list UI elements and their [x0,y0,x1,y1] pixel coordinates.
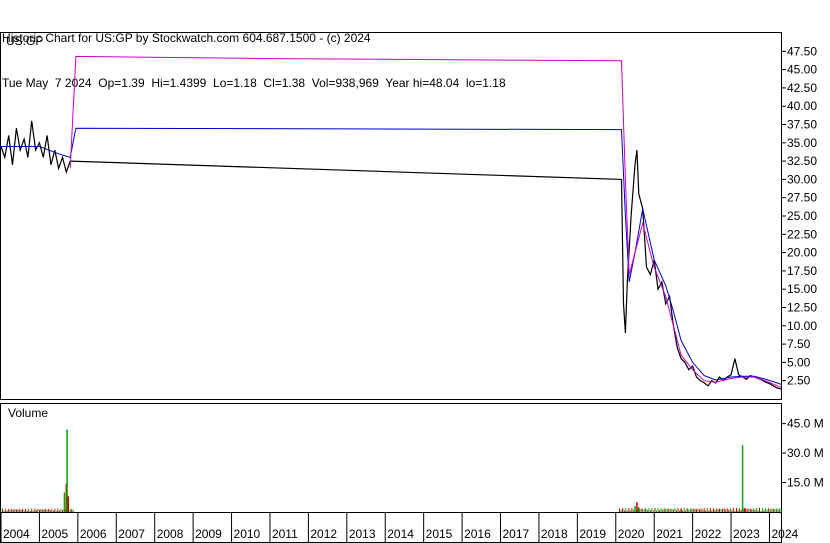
price-tick-label: 37.50 [787,118,817,132]
year-tick-label: 2017 [503,527,530,541]
year-tick-label: 2014 [387,527,414,541]
price-tick-label: 25.00 [787,209,817,223]
year-tick-label: 2009 [195,527,222,541]
price-tick-label: 12.50 [787,301,817,315]
price-series [0,55,782,390]
price-series-line [69,55,782,388]
price-tick-label: 42.50 [787,81,817,95]
year-tick-label: 2004 [3,527,30,541]
year-tick-label: 2010 [234,527,261,541]
price-tick-label: 47.50 [787,44,817,58]
price-panel-frame [0,32,782,400]
year-tick-label: 2005 [41,527,68,541]
price-series-line [0,120,782,390]
price-tick-label: 32.50 [787,154,817,168]
year-tick-label: 2023 [733,527,760,541]
volume-tick-labels: 15.0 M 30.0 M 45.0 M [787,417,824,490]
price-tick-label: 30.00 [787,172,817,186]
price-tick-label: 22.50 [787,227,817,241]
price-tick-label: 5.00 [787,355,811,369]
volume-tick-label: 15.0 M [787,476,824,490]
price-tick-labels: 2.50 5.00 7.50 10.00 12.50 15.00 17.50 20.00 22.… [787,44,817,387]
price-series-line [1,127,782,385]
year-tick-label: 2022 [695,527,722,541]
volume-tick-label: 30.0 M [787,446,824,460]
volume-bars [0,429,782,512]
year-tick-label: 2015 [426,527,453,541]
year-tick-label: 2019 [579,527,606,541]
year-tick-label: 2008 [157,527,184,541]
volume-tick-label: 45.0 M [787,417,824,431]
price-tick-label: 40.00 [787,99,817,113]
year-tick-label: 2024 [771,527,798,541]
year-dividers [0,512,770,543]
year-tick-label: 2013 [349,527,376,541]
panel-frames [0,32,782,543]
price-tick-label: 7.50 [787,337,811,351]
year-tick-label: 2012 [310,527,337,541]
price-tick-label: 27.50 [787,191,817,205]
year-tick-label: 2021 [656,527,683,541]
year-tick-label: 2018 [541,527,568,541]
year-tick-label: 2007 [118,527,145,541]
year-tick-label: 2006 [80,527,107,541]
volume-panel-label: Volume [8,406,48,420]
price-tick-label: 15.00 [787,282,817,296]
year-tick-label: 2016 [464,527,491,541]
price-panel-label: US:GP [6,34,43,48]
price-tick-label: 2.50 [787,374,811,388]
price-tick-label: 17.50 [787,264,817,278]
year-tick-label: 2020 [618,527,645,541]
price-tick-label: 20.00 [787,246,817,260]
stock-chart: 2.50 5.00 7.50 10.00 12.50 15.00 17.50 20.00 22.… [0,32,824,543]
year-tick-label: 2011 [272,527,298,541]
year-tick-labels: 2004 2005 2006 2007 2008 2009 2010 2011 2012 2013… [3,527,798,541]
volume-panel-frame [0,403,782,513]
price-tick-label: 45.00 [787,63,817,77]
price-tick-label: 10.00 [787,319,817,333]
price-tick-label: 35.00 [787,136,817,150]
